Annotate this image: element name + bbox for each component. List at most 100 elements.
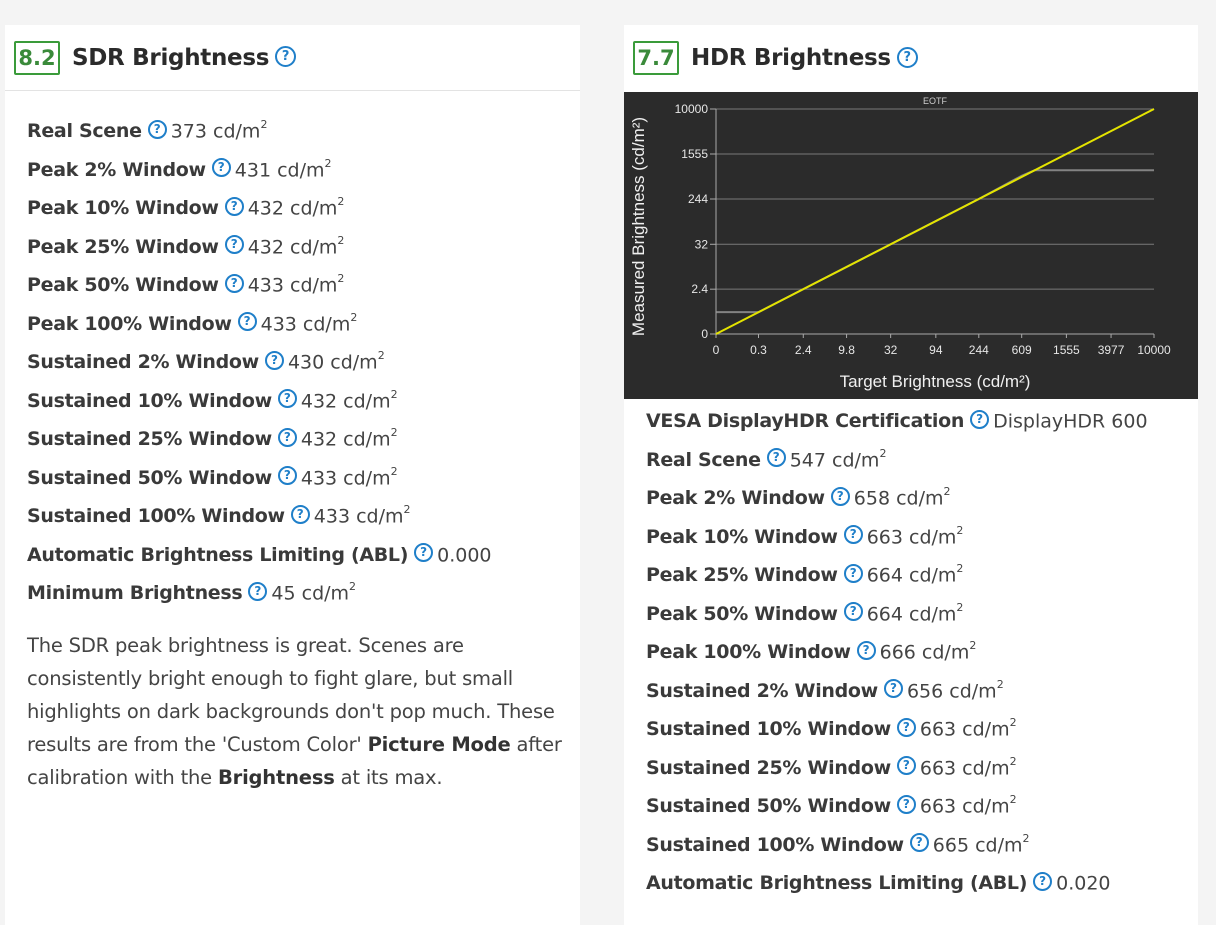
measurement-row: Peak 2% Window? 431 cd/m2 <box>27 151 492 190</box>
measurement-row: Sustained 50% Window? 433 cd/m2 <box>27 459 492 498</box>
measurement-label: Sustained 2% Window <box>646 679 878 702</box>
help-icon[interactable]: ? <box>290 504 310 524</box>
measurement-value: 656 cd/m2 <box>906 677 1004 702</box>
value-text: 45 cd/m <box>271 582 350 605</box>
value-text: 431 cd/m <box>234 158 325 181</box>
measurement-value: 664 cd/m2 <box>866 562 964 587</box>
measurement-value: DisplayHDR 600 <box>993 410 1147 432</box>
measurement-value: 665 cd/m2 <box>933 832 1030 856</box>
measurement-value: 430 cd/m2 <box>288 349 385 373</box>
help-icon[interactable]: ? <box>909 833 929 853</box>
x-tick-label: 244 <box>969 343 989 357</box>
measurement-label: Minimum Brightness <box>27 582 243 605</box>
help-icon[interactable]: ? <box>843 525 863 545</box>
help-icon[interactable]: ? <box>896 717 916 737</box>
help-icon[interactable]: ? <box>896 756 916 776</box>
value-text: 656 cd/m <box>906 679 997 702</box>
help-icon[interactable]: ? <box>264 350 284 370</box>
measurement-label: Sustained 100% Window <box>646 833 904 856</box>
measurement-row: Sustained 2% Window? 430 cd/m2 <box>27 343 492 382</box>
measurement-row: Sustained 10% Window? 663 cd/m2 <box>646 710 1148 749</box>
value-text: 664 cd/m <box>866 564 957 587</box>
help-icon[interactable]: ? <box>856 640 876 660</box>
help-icon[interactable]: ? <box>1033 871 1053 891</box>
help-icon[interactable]: ? <box>883 679 903 699</box>
measurement-row: Peak 10% Window? 432 cd/m2 <box>27 189 492 228</box>
measurement-label: Sustained 50% Window <box>27 466 272 489</box>
measurement-value: 663 cd/m2 <box>867 524 964 548</box>
measurement-value: 0.000 <box>437 544 491 566</box>
measurement-label: Sustained 100% Window <box>27 505 285 528</box>
value-superscript: 2 <box>337 195 345 209</box>
measurement-row: Real Scene? 373 cd/m2 <box>27 112 492 151</box>
desc-text: at its max. <box>334 766 443 789</box>
eotf-chart: 0 2.4 32 244 1555 10000 0 0.3 2.4 9.8 32 94 244 609 15… <box>624 92 1198 399</box>
help-icon[interactable]: ? <box>147 119 167 139</box>
value-text: 373 cd/m <box>170 120 261 143</box>
sdr-score-badge: 8.2 <box>14 40 60 75</box>
help-icon[interactable]: ? <box>766 448 786 468</box>
measurement-row: Sustained 10% Window? 432 cd/m2 <box>27 382 492 421</box>
measurement-label: Peak 25% Window <box>27 235 219 258</box>
sdr-title: SDR Brightness <box>72 44 270 71</box>
sdr-card-header: 8.2 SDR Brightness ? <box>5 25 580 91</box>
measurement-row: Peak 10% Window? 663 cd/m2 <box>646 518 1148 557</box>
y-tick-label: 2.4 <box>691 282 708 296</box>
help-icon[interactable]: ? <box>414 543 434 563</box>
value-superscript: 2 <box>996 677 1004 691</box>
measurement-row: Automatic Brightness Limiting (ABL)? 0.02… <box>646 864 1148 903</box>
hdr-score-badge: 7.7 <box>633 41 679 75</box>
value-superscript: 2 <box>350 310 358 324</box>
measurement-label: Sustained 50% Window <box>646 795 891 818</box>
value-superscript: 2 <box>390 426 398 440</box>
help-icon[interactable]: ? <box>237 312 257 332</box>
hdr-title: HDR Brightness <box>691 45 891 71</box>
help-icon[interactable]: ? <box>843 602 863 622</box>
value-superscript: 2 <box>337 272 345 286</box>
measurement-value: 433 cd/m2 <box>314 503 411 527</box>
measurement-row: VESA DisplayHDR Certification? DisplayHDR… <box>646 402 1148 441</box>
help-icon[interactable]: ? <box>248 581 268 601</box>
x-tick-label: 0.3 <box>750 343 767 357</box>
help-icon[interactable]: ? <box>970 409 990 429</box>
measurement-label: Real Scene <box>646 448 761 471</box>
value-text: 433 cd/m <box>247 274 338 297</box>
x-tick-label: 94 <box>929 343 943 357</box>
help-icon[interactable]: ? <box>224 273 244 293</box>
measurement-label: Sustained 2% Window <box>27 351 259 374</box>
measurement-value: 431 cd/m2 <box>234 156 332 181</box>
help-icon[interactable]: ? <box>277 466 297 486</box>
sdr-measurements-list: Real Scene? 373 cd/m2 Peak 2% Window? 431 c… <box>27 112 492 613</box>
help-icon[interactable]: ? <box>896 794 916 814</box>
y-tick-label: 0 <box>701 327 708 341</box>
desc-bold-brightness: Brightness <box>217 766 335 789</box>
measurement-value: 663 cd/m2 <box>920 716 1017 740</box>
measurement-label: Peak 100% Window <box>646 641 851 664</box>
help-icon[interactable]: ? <box>843 563 863 583</box>
measurement-value: 433 cd/m2 <box>261 310 358 335</box>
value-text: 663 cd/m <box>919 756 1010 779</box>
measurement-label: Automatic Brightness Limiting (ABL) <box>646 872 1028 895</box>
x-tick-label: 1555 <box>1053 343 1080 357</box>
help-icon[interactable]: ? <box>224 235 244 255</box>
value-superscript: 2 <box>1009 716 1017 730</box>
help-icon[interactable]: ? <box>830 486 850 506</box>
value-text: 432 cd/m <box>300 389 391 412</box>
measurement-row: Peak 100% Window? 666 cd/m2 <box>646 633 1148 672</box>
value-text: 432 cd/m <box>300 428 391 451</box>
measurement-row: Sustained 25% Window? 663 cd/m2 <box>646 749 1148 788</box>
help-icon[interactable]: ? <box>211 158 231 178</box>
help-icon[interactable]: ? <box>277 427 297 447</box>
help-icon[interactable]: ? <box>896 46 918 68</box>
help-icon[interactable]: ? <box>275 46 297 67</box>
measurement-label: Peak 2% Window <box>646 487 825 510</box>
hdr-measurements-list: VESA DisplayHDR Certification? DisplayHDR… <box>646 402 1148 903</box>
measurement-value: 432 cd/m2 <box>300 426 398 451</box>
help-icon[interactable]: ? <box>224 196 244 216</box>
value-superscript: 2 <box>324 156 332 170</box>
value-superscript: 2 <box>969 639 977 653</box>
measurement-row: Sustained 2% Window? 656 cd/m2 <box>646 672 1148 711</box>
value-superscript: 2 <box>403 503 411 517</box>
help-icon[interactable]: ? <box>277 389 297 409</box>
measurement-label: Sustained 25% Window <box>646 756 891 779</box>
